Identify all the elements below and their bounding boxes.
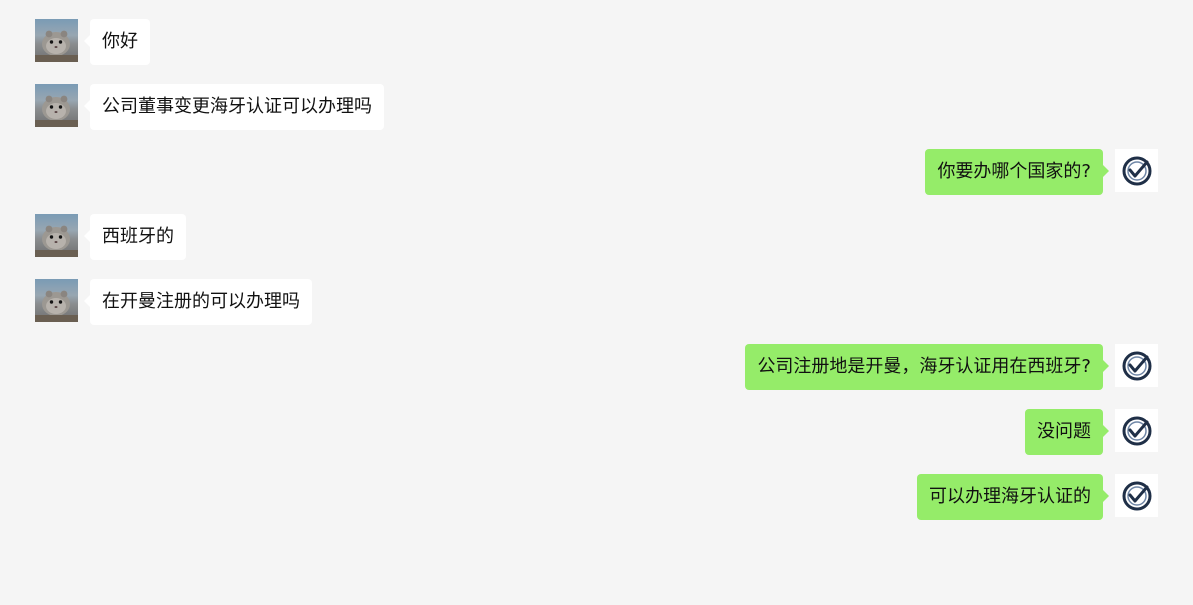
checkmark-avatar[interactable] xyxy=(1115,474,1158,517)
message-row-incoming: 你好 xyxy=(0,19,1193,65)
hamster-icon xyxy=(35,225,78,257)
outgoing-message-bubble: 没问题 xyxy=(1025,409,1109,455)
checkmark-avatar[interactable] xyxy=(1115,409,1158,452)
hamster-avatar[interactable] xyxy=(35,84,78,127)
chat-conversation: 你好 公司董事变更海牙认证可以办理吗 你要办哪个国家的? 西班牙的 在开曼注册的… xyxy=(0,0,1193,605)
message-row-outgoing: 公司注册地是开曼，海牙认证用在西班牙? xyxy=(0,344,1193,390)
checkmark-icon xyxy=(1122,156,1151,185)
hamster-icon xyxy=(35,290,78,322)
checkmark-avatar[interactable] xyxy=(1115,149,1158,192)
incoming-message-bubble: 在开曼注册的可以办理吗 xyxy=(84,279,312,325)
message-row-outgoing: 没问题 xyxy=(0,409,1193,455)
message-row-outgoing: 可以办理海牙认证的 xyxy=(0,474,1193,520)
message-row-incoming: 在开曼注册的可以办理吗 xyxy=(0,279,1193,325)
checkmark-avatar[interactable] xyxy=(1115,344,1158,387)
checkmark-icon xyxy=(1122,351,1151,380)
hamster-icon xyxy=(35,30,78,62)
hamster-avatar[interactable] xyxy=(35,214,78,257)
incoming-message-bubble: 你好 xyxy=(84,19,150,65)
message-row-outgoing: 你要办哪个国家的? xyxy=(0,149,1193,195)
message-row-incoming: 西班牙的 xyxy=(0,214,1193,260)
checkmark-icon xyxy=(1122,416,1151,445)
outgoing-message-bubble: 你要办哪个国家的? xyxy=(925,149,1109,195)
message-row-incoming: 公司董事变更海牙认证可以办理吗 xyxy=(0,84,1193,130)
hamster-icon xyxy=(35,95,78,127)
outgoing-message-bubble: 公司注册地是开曼，海牙认证用在西班牙? xyxy=(745,344,1109,390)
hamster-avatar[interactable] xyxy=(35,19,78,62)
hamster-avatar[interactable] xyxy=(35,279,78,322)
outgoing-message-bubble: 可以办理海牙认证的 xyxy=(917,474,1109,520)
incoming-message-bubble: 西班牙的 xyxy=(84,214,186,260)
incoming-message-bubble: 公司董事变更海牙认证可以办理吗 xyxy=(84,84,384,130)
checkmark-icon xyxy=(1122,481,1151,510)
